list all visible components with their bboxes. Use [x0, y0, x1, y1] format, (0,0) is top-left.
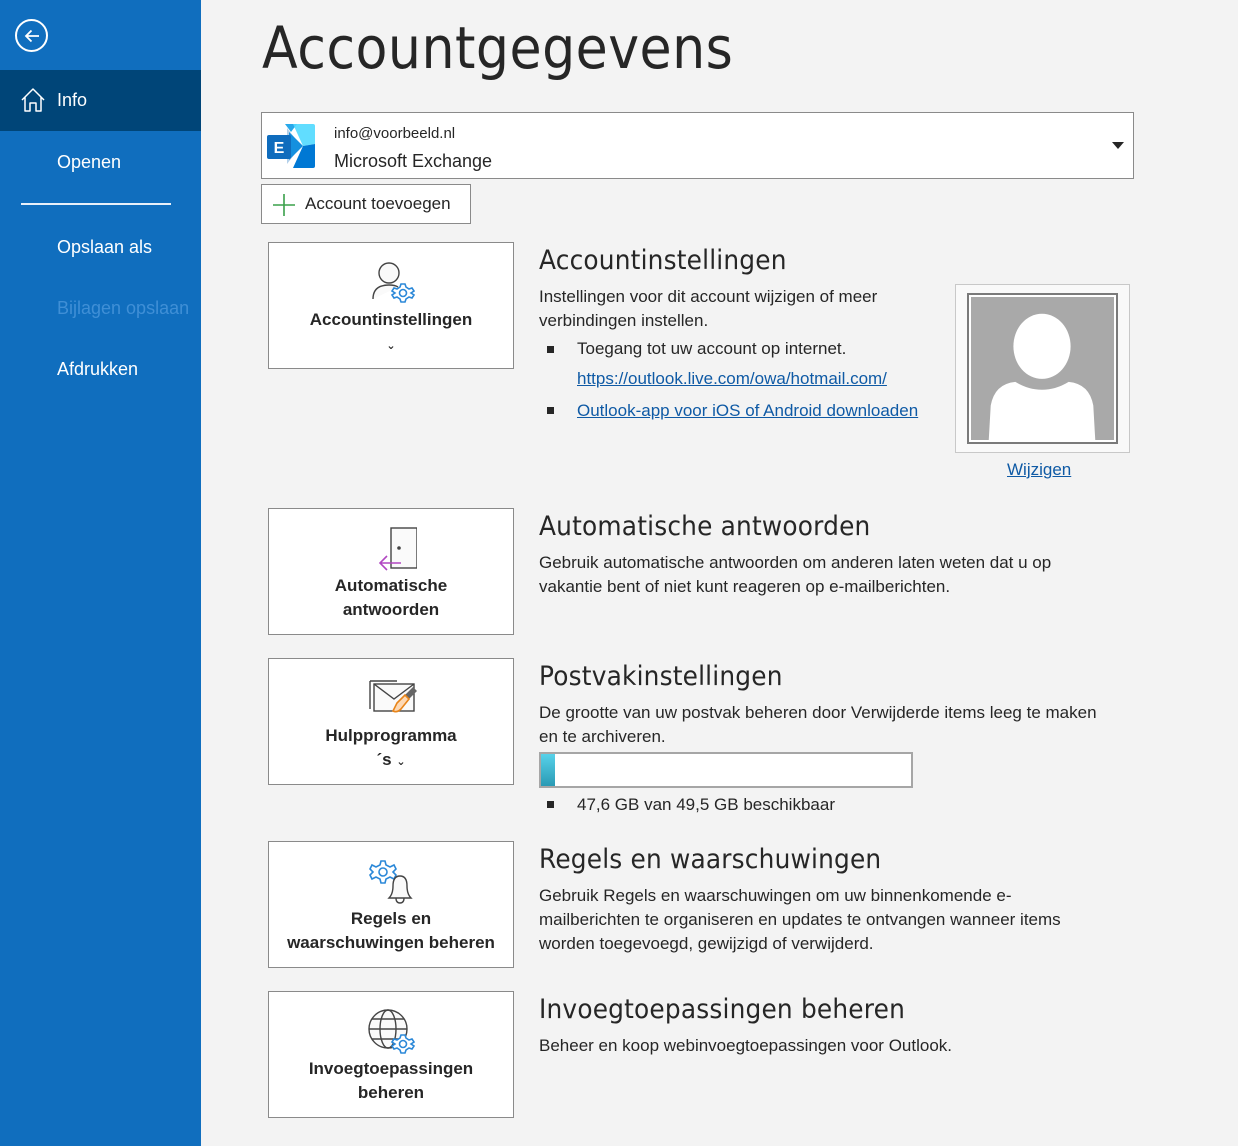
- tile-label: Accountinstellingen ⌄: [269, 308, 513, 358]
- back-button[interactable]: [15, 19, 48, 52]
- exchange-icon: E: [267, 124, 315, 168]
- storage-available-text: 47,6 GB van 49,5 GB beschikbaar: [577, 795, 835, 814]
- account-settings-description: Instellingen voor dit account wijzigen o…: [539, 287, 878, 330]
- account-email: info@voorbeeld.nl: [334, 125, 456, 142]
- sidebar-item-info[interactable]: Info: [0, 70, 201, 131]
- sidebar-item-label: Opslaan als: [57, 237, 153, 257]
- bullet-icon: [547, 407, 554, 414]
- mailbox-tools-tile[interactable]: Hulpprogramma ´s ⌄: [268, 658, 514, 785]
- chevron-down-icon: ⌄: [396, 756, 406, 768]
- mailbox-settings-description: De grootte van uw postvak beheren door V…: [539, 703, 1097, 746]
- web-access-text: Toegang tot uw account op internet.: [577, 339, 847, 358]
- tile-label: Automatische antwoorden: [334, 576, 448, 619]
- rules-alerts-tile[interactable]: Regels en waarschuwingen beheren: [268, 841, 514, 968]
- change-photo-link[interactable]: Wijzigen: [1007, 460, 1071, 480]
- add-account-button[interactable]: Account toevoegen: [261, 184, 471, 224]
- door-arrow-icon: [378, 527, 417, 571]
- mailbox-settings-heading: Postvakinstellingen: [539, 661, 783, 692]
- rules-alerts-heading: Regels en waarschuwingen: [539, 844, 882, 875]
- gear-bell-icon: [369, 860, 413, 904]
- addins-tile[interactable]: Invoegtoepassingen beheren: [268, 991, 514, 1118]
- tile-label: Hulpprogramma ´s ⌄: [269, 724, 513, 774]
- sidebar-item-opslaan-als[interactable]: Opslaan als: [0, 217, 201, 278]
- backstage-sidebar: Info Openen Opslaan als Bijlagen opslaan…: [0, 0, 201, 1146]
- auto-replies-tile[interactable]: Automatische antwoorden: [268, 508, 514, 635]
- home-icon: [21, 88, 45, 112]
- profile-photo: [967, 293, 1118, 444]
- sidebar-item-label: Afdrukken: [57, 359, 139, 379]
- chevron-down-icon: ⌄: [386, 340, 396, 352]
- tile-label: Regels en waarschuwingen beheren: [287, 909, 495, 952]
- tile-label: Invoegtoepassingen beheren: [308, 1059, 474, 1102]
- sidebar-item-afdrukken[interactable]: Afdrukken: [0, 339, 201, 400]
- mail-broom-icon: [369, 680, 417, 713]
- mobile-app-link[interactable]: Outlook-app voor iOS of Android download…: [577, 401, 918, 421]
- auto-replies-description: Gebruik automatische antwoorden om ander…: [539, 553, 1052, 596]
- owa-link[interactable]: https://outlook.live.com/owa/hotmail.com…: [577, 369, 887, 389]
- sidebar-item-label: Info: [57, 90, 88, 110]
- bullet-icon: [547, 801, 554, 808]
- arrow-left-icon: [24, 29, 39, 42]
- account-type: Microsoft Exchange: [334, 151, 493, 171]
- profile-photo-frame: [955, 284, 1130, 453]
- mailbox-usage-fill: [541, 754, 556, 786]
- sidebar-item-label: Openen: [57, 152, 122, 172]
- account-selector[interactable]: E info@voorbeeld.nl Microsoft Exchange: [261, 112, 1134, 179]
- person-placeholder-icon: [971, 297, 1114, 440]
- auto-replies-heading: Automatische antwoorden: [539, 511, 871, 542]
- rules-alerts-description: Gebruik Regels en waarschuwingen om uw b…: [539, 886, 1061, 953]
- page-title: Accountgegevens: [262, 14, 734, 82]
- sidebar-item-bijlagen-opslaan: Bijlagen opslaan: [0, 278, 201, 339]
- account-settings-tile[interactable]: Accountinstellingen ⌄: [268, 242, 514, 369]
- addins-heading: Invoegtoepassingen beheren: [539, 994, 906, 1025]
- sidebar-divider: [21, 203, 171, 205]
- sidebar-item-openen[interactable]: Openen: [0, 132, 201, 193]
- sidebar-item-label: Bijlagen opslaan: [57, 298, 190, 318]
- mailbox-usage-bar: [539, 752, 913, 788]
- plus-icon: [273, 194, 295, 216]
- globe-gear-icon: [368, 1009, 416, 1054]
- account-settings-heading: Accountinstellingen: [539, 245, 787, 276]
- add-account-label: Account toevoegen: [305, 194, 451, 213]
- dropdown-caret-icon: [1112, 142, 1124, 149]
- user-gear-icon: [372, 262, 416, 303]
- svg-text:E: E: [274, 140, 285, 157]
- bullet-icon: [547, 346, 554, 353]
- addins-description: Beheer en koop webinvoegtoepassingen voo…: [539, 1036, 953, 1055]
